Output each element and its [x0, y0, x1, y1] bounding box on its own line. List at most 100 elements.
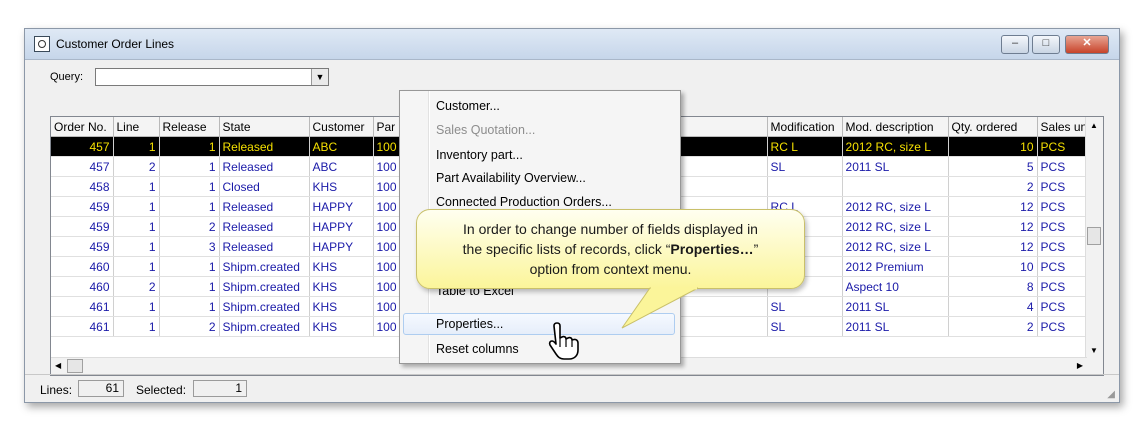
column-header[interactable]: Mod. description [842, 117, 949, 137]
table-cell-release: 1 [159, 176, 220, 197]
table-cell-qty: 4 [948, 296, 1038, 317]
table-cell-release: 2 [159, 316, 220, 337]
table-cell-release: 1 [159, 196, 220, 217]
table-cell-line: 2 [113, 276, 160, 297]
resize-grip-icon[interactable]: ◢ [1107, 389, 1115, 400]
table-cell-state: Released [219, 216, 310, 237]
selected-label: Selected: [136, 383, 187, 397]
table-cell-customer: HAPPY [309, 236, 374, 257]
table-cell-state: Closed [219, 176, 310, 197]
column-header[interactable]: Release [159, 117, 220, 137]
lines-count: 61 [78, 380, 124, 397]
menu-item-customer[interactable]: Customer... [436, 99, 500, 113]
scroll-down-icon[interactable]: ▼ [1090, 346, 1098, 355]
callout-bold-text: Properties… [670, 241, 754, 257]
table-cell-state: Shipm.created [219, 256, 310, 277]
table-cell-line: 1 [113, 236, 160, 257]
horizontal-scroll-thumb[interactable] [67, 359, 83, 373]
title-bar[interactable]: Customer Order Lines – □ ✕ [25, 29, 1119, 60]
table-cell-order: 459 [51, 196, 114, 217]
table-cell-line: 1 [113, 196, 160, 217]
table-cell-line: 1 [113, 136, 160, 157]
table-cell-release: 1 [159, 156, 220, 177]
table-cell-part: 100 [373, 176, 401, 197]
table-cell-qty: 8 [948, 276, 1038, 297]
table-cell-mod_desc [842, 176, 949, 197]
table-cell-line: 1 [113, 176, 160, 197]
chevron-down-icon[interactable]: ▼ [311, 69, 328, 85]
vertical-scroll-thumb[interactable] [1087, 227, 1101, 245]
table-cell-order: 460 [51, 276, 114, 297]
hand-pointer-icon [548, 322, 579, 360]
vertical-scrollbar[interactable]: ▲ ▼ [1085, 117, 1103, 375]
query-label: Query: [50, 71, 84, 83]
table-cell-mod_desc: 2011 SL [842, 156, 949, 177]
table-cell-line: 1 [113, 316, 160, 337]
column-header[interactable]: Order No. [51, 117, 114, 137]
table-cell-mod: RC L [767, 136, 843, 157]
table-cell-state: Released [219, 196, 310, 217]
callout-line-1: In order to change number of fields disp… [463, 221, 758, 237]
query-dropdown[interactable]: ▼ [95, 68, 329, 86]
table-cell-mod [767, 176, 843, 197]
menu-item-inventory-part[interactable]: Inventory part... [436, 148, 523, 162]
table-cell-line: 2 [113, 156, 160, 177]
table-cell-customer: KHS [309, 296, 374, 317]
scroll-up-icon[interactable]: ▲ [1090, 121, 1098, 130]
table-cell-mod_desc: 2012 Premium [842, 256, 949, 277]
minimize-button[interactable]: – [1001, 35, 1029, 54]
table-cell-part: 100 [373, 296, 401, 317]
lines-label: Lines: [40, 383, 73, 397]
table-cell-customer: HAPPY [309, 216, 374, 237]
menu-item-sales-quotation: Sales Quotation... [436, 123, 536, 137]
callout-text: the specific lists of records, click “ [462, 241, 671, 257]
table-cell-order: 457 [51, 156, 114, 177]
table-cell-mod_desc: 2012 RC, size L [842, 216, 949, 237]
column-header[interactable]: Par [373, 117, 401, 137]
column-header[interactable]: Customer [309, 117, 374, 137]
menu-item-part-availability[interactable]: Part Availability Overview... [436, 171, 586, 185]
menu-item-properties[interactable]: Properties... [403, 313, 675, 335]
table-cell-state: Shipm.created [219, 316, 310, 337]
table-cell-state: Released [219, 136, 310, 157]
table-cell-mod_desc: Aspect 10 [842, 276, 949, 297]
table-cell-state: Shipm.created [219, 276, 310, 297]
table-cell-qty: 10 [948, 136, 1038, 157]
table-cell-customer: KHS [309, 176, 374, 197]
table-cell-release: 1 [159, 136, 220, 157]
table-cell-mod_desc: 2011 SL [842, 316, 949, 337]
scroll-right-icon[interactable]: ▶ [1077, 361, 1083, 370]
table-cell-order: 461 [51, 316, 114, 337]
menu-item-reset-columns[interactable]: Reset columns [436, 342, 519, 356]
column-header[interactable]: Line [113, 117, 160, 137]
table-cell-state: Shipm.created [219, 296, 310, 317]
table-cell-qty: 10 [948, 256, 1038, 277]
table-cell-release: 1 [159, 296, 220, 317]
column-header[interactable]: Modification [767, 117, 843, 137]
column-header[interactable]: State [219, 117, 310, 137]
table-cell-part: 100 [373, 136, 401, 157]
table-cell-release: 1 [159, 276, 220, 297]
table-cell-mod_desc: 2012 RC, size L [842, 136, 949, 157]
table-cell-order: 457 [51, 136, 114, 157]
table-cell-qty: 2 [948, 176, 1038, 197]
table-cell-state: Released [219, 156, 310, 177]
table-cell-release: 3 [159, 236, 220, 257]
table-cell-customer: ABC [309, 156, 374, 177]
table-cell-order: 459 [51, 236, 114, 257]
close-button[interactable]: ✕ [1065, 35, 1109, 54]
maximize-button[interactable]: □ [1032, 35, 1060, 54]
selected-count: 1 [193, 380, 247, 397]
app-gear-icon [34, 36, 50, 52]
table-cell-part: 100 [373, 196, 401, 217]
table-cell-line: 1 [113, 216, 160, 237]
table-cell-mod: SL [767, 316, 843, 337]
table-cell-part: 100 [373, 276, 401, 297]
menu-item-connected-production-orders[interactable]: Connected Production Orders... [436, 195, 612, 209]
table-cell-line: 1 [113, 296, 160, 317]
scroll-left-icon[interactable]: ◀ [55, 361, 61, 370]
table-cell-customer: KHS [309, 276, 374, 297]
callout-line-2: the specific lists of records, click “Pr… [417, 239, 804, 259]
column-header[interactable]: Qty. ordered [948, 117, 1038, 137]
table-cell-order: 459 [51, 216, 114, 237]
